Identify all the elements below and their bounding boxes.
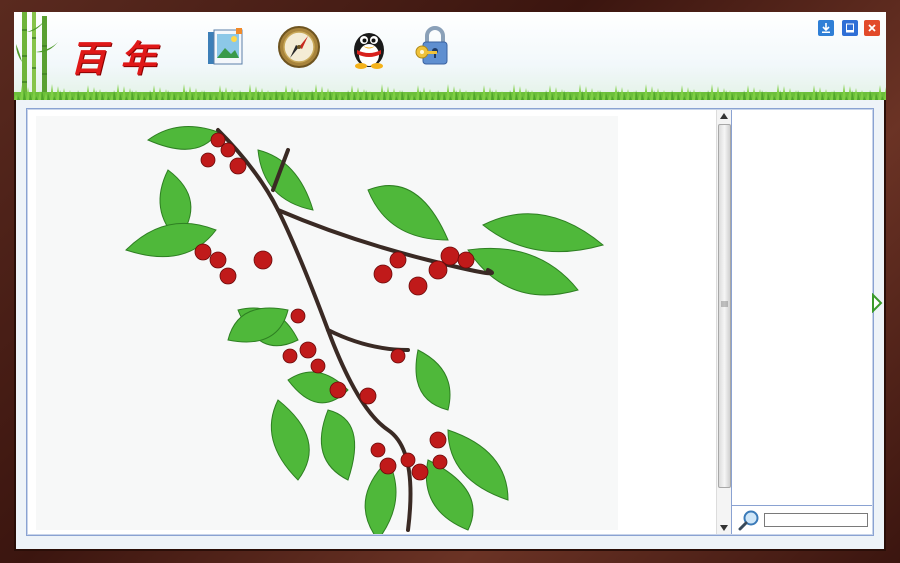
download-icon: [822, 23, 830, 33]
download-button[interactable]: [818, 20, 834, 36]
qq-button[interactable]: [346, 24, 392, 70]
search-bar: [732, 505, 872, 534]
expand-panel-arrow-icon[interactable]: [871, 293, 883, 313]
picture-book-icon: [208, 28, 243, 65]
lock-key-icon: [415, 26, 448, 65]
minimize-icon: [846, 23, 854, 33]
grip-icon: [721, 301, 728, 307]
compass-button[interactable]: [276, 24, 322, 70]
main-content: [26, 108, 874, 536]
scroll-down-icon[interactable]: [720, 525, 728, 531]
cherry-branch-image: [36, 116, 618, 534]
side-panel: [731, 110, 872, 534]
close-icon: [868, 24, 876, 32]
window-body: 百年: [14, 12, 886, 551]
minimize-button[interactable]: [842, 20, 858, 36]
gallery-book-button[interactable]: [202, 24, 248, 70]
scroll-up-icon[interactable]: [720, 113, 728, 119]
window-frame: 百年: [0, 0, 900, 563]
header-banner: 百年: [14, 12, 886, 100]
search-input[interactable]: [764, 513, 868, 527]
image-viewer: [28, 110, 716, 534]
grass-decoration: [14, 84, 886, 100]
compass-icon: [278, 26, 320, 68]
vertical-scrollbar[interactable]: [716, 110, 731, 534]
magnifier-icon[interactable]: [738, 509, 760, 531]
penguin-icon: [354, 33, 384, 69]
app-logo-text: 百年: [70, 38, 171, 80]
close-button[interactable]: [864, 20, 880, 36]
scrollbar-thumb[interactable]: [718, 124, 731, 488]
lock-button[interactable]: [412, 24, 458, 70]
